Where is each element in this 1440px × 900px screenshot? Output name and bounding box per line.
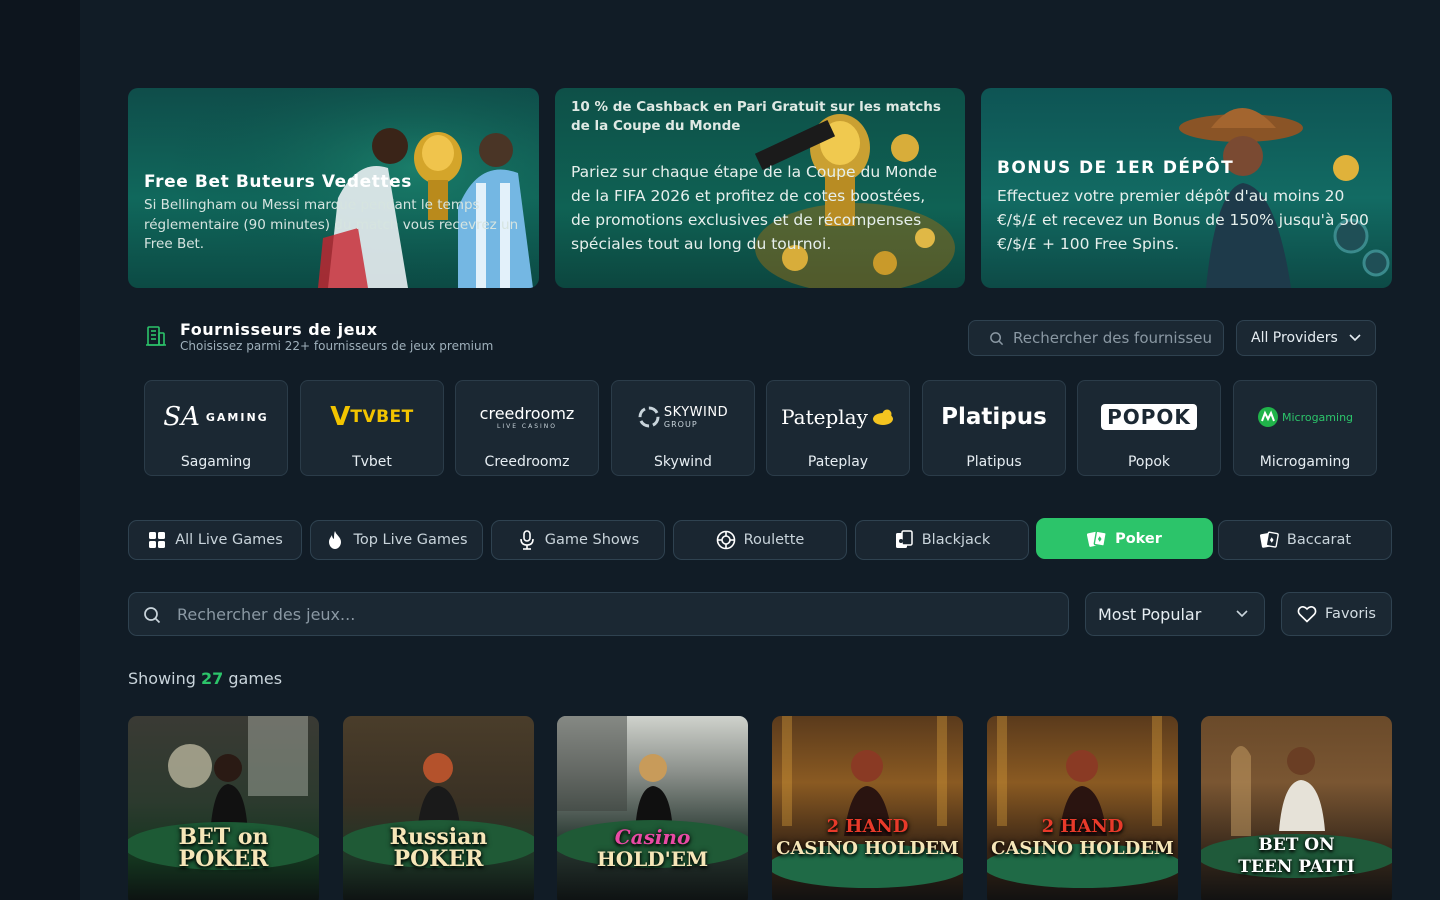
baccarat-cards-icon [1259, 530, 1279, 550]
promo-title: BONUS DE 1ER DÉPÔT [997, 158, 1235, 178]
tab-label: Game Shows [544, 532, 640, 548]
promo-title: 10 % de Cashback en Pari Gratuit sur les… [571, 99, 941, 134]
game-tile[interactable]: Casino HOLD'EM [557, 716, 748, 900]
provider-name: Pateplay [807, 454, 869, 470]
search-icon [990, 332, 1004, 346]
game-thumbnail [557, 716, 748, 868]
tab-all-live-games[interactable]: All Live Games [128, 520, 302, 560]
sagaming-logo: SA GAMING [163, 402, 269, 432]
provider-name: Sagaming [180, 454, 252, 470]
game-tile[interactable]: Russian POKER [343, 716, 534, 900]
provider-card-microgaming[interactable]: Microgaming Microgaming [1233, 380, 1377, 476]
provider-card-sagaming[interactable]: SA GAMING Sagaming [144, 380, 288, 476]
promo-banner-free-bet[interactable]: Free Bet Buteurs Vedettes Si Bellingham … [128, 88, 539, 288]
favorites-button[interactable]: Favoris [1281, 592, 1392, 636]
tab-baccarat[interactable]: Baccarat [1218, 520, 1392, 560]
provider-name: Microgaming [1259, 454, 1351, 470]
popok-logo: POPOK [1078, 395, 1220, 439]
game-thumbnail [343, 753, 534, 868]
promo-description: Pariez sur chaque étape de la Coupe du M… [571, 163, 938, 253]
pateplay-logo: Pateplay [767, 395, 909, 439]
results-count: Showing 27 games [128, 669, 283, 688]
game-search-field[interactable] [128, 592, 1069, 636]
game-thumbnail [987, 716, 1178, 888]
heart-icon [1297, 606, 1317, 623]
provider-card-pateplay[interactable]: Pateplay Pateplay [766, 380, 910, 476]
providers-building-icon [146, 326, 166, 346]
microphone-icon [517, 530, 537, 550]
favorites-label: Favoris [1325, 606, 1376, 622]
providers-filter-label: All Providers [1251, 330, 1338, 346]
skywind-logo: SKYWIND GROUP [612, 395, 754, 439]
game-tile[interactable]: BET on POKER [128, 716, 319, 900]
creedroomz-logo: creedroomz LIVE CASINO [479, 404, 575, 430]
tab-label: Blackjack [921, 532, 991, 548]
tab-poker[interactable]: Poker [1036, 518, 1213, 559]
promo-title: Free Bet Buteurs Vedettes [144, 172, 413, 192]
game-tile[interactable]: BET ON TEEN PATTI [1201, 716, 1392, 900]
sort-dropdown[interactable]: Most Popular [1085, 592, 1265, 636]
game-tile[interactable]: 2 HAND CASINO HOLDEM [772, 716, 963, 900]
promo-banner-cashback[interactable]: 10 % de Cashback en Pari Gratuit sur les… [555, 88, 965, 288]
tab-label: Baccarat [1286, 532, 1352, 548]
provider-name: Skywind [654, 454, 712, 470]
promo-banner-deposit-bonus[interactable]: BONUS DE 1ER DÉPÔT Effectuez votre premi… [981, 88, 1392, 288]
poker-cards-icon [1087, 529, 1107, 549]
tab-label: Poker [1115, 530, 1162, 547]
microgaming-mark-icon [1257, 407, 1278, 427]
tab-label: All Live Games [175, 532, 283, 548]
tab-label: Roulette [743, 532, 805, 548]
provider-search-field[interactable] [968, 320, 1224, 356]
provider-card-platipus[interactable]: Platipus Platipus [922, 380, 1066, 476]
sort-label: Most Popular [1098, 605, 1202, 624]
provider-search-input[interactable] [1013, 321, 1213, 355]
left-rail [0, 0, 80, 900]
providers-filter-dropdown[interactable]: All Providers [1236, 320, 1376, 356]
game-title: 2 HAND CASINO HOLDEM [991, 816, 1174, 859]
roulette-icon [716, 530, 736, 550]
tab-roulette[interactable]: Roulette [673, 520, 847, 560]
results-count-number: 27 [201, 669, 224, 688]
provider-name: Platipus [966, 454, 1022, 470]
chevron-down-icon [1349, 334, 1361, 342]
game-tile[interactable]: 2 HAND CASINO HOLDEM [987, 716, 1178, 900]
game-title: Casino HOLD'EM [596, 825, 709, 871]
provider-card-skywind[interactable]: SKYWIND GROUP Skywind [611, 380, 755, 476]
flame-icon [325, 530, 345, 550]
tab-top-live-games[interactable]: Top Live Games [310, 520, 483, 560]
platipus-logo: Platipus [941, 404, 1047, 430]
game-thumbnail [128, 716, 319, 870]
microgaming-logo: Microgaming [1234, 395, 1376, 439]
provider-name: Tvbet [352, 454, 392, 470]
game-title: Russian POKER [389, 824, 488, 872]
search-icon [144, 607, 161, 624]
provider-name: Creedroomz [484, 454, 570, 470]
provider-card-popok[interactable]: POPOK Popok [1077, 380, 1221, 476]
game-search-input[interactable] [177, 593, 1037, 635]
promo-description: Si Bellingham ou Messi marque pendant le… [144, 197, 519, 252]
duck-icon [872, 409, 893, 425]
game-title: BET ON TEEN PATTI [1238, 835, 1355, 877]
chevron-down-icon [1236, 610, 1248, 618]
game-thumbnail [772, 716, 963, 888]
grid-icon [147, 530, 167, 550]
game-title: 2 HAND CASINO HOLDEM [776, 816, 959, 859]
providers-subtitle: Choisissez parmi 22+ fournisseurs de jeu… [180, 339, 494, 353]
provider-card-tvbet[interactable]: V TVBET Tvbet [300, 380, 444, 476]
providers-title: Fournisseurs de jeux [180, 320, 378, 339]
tab-label: Top Live Games [353, 532, 468, 548]
provider-card-creedroomz[interactable]: creedroomz LIVE CASINO Creedroomz [455, 380, 599, 476]
cards-icon [894, 530, 914, 550]
promo-description: Effectuez votre premier dépôt d'au moins… [997, 187, 1369, 253]
tab-blackjack[interactable]: Blackjack [855, 520, 1029, 560]
tab-game-shows[interactable]: Game Shows [491, 520, 665, 560]
game-title: BET on POKER [178, 824, 269, 872]
provider-name: Popok [1127, 454, 1171, 470]
skywind-mark-icon [638, 406, 660, 428]
tvbet-logo: V TVBET [330, 402, 414, 432]
